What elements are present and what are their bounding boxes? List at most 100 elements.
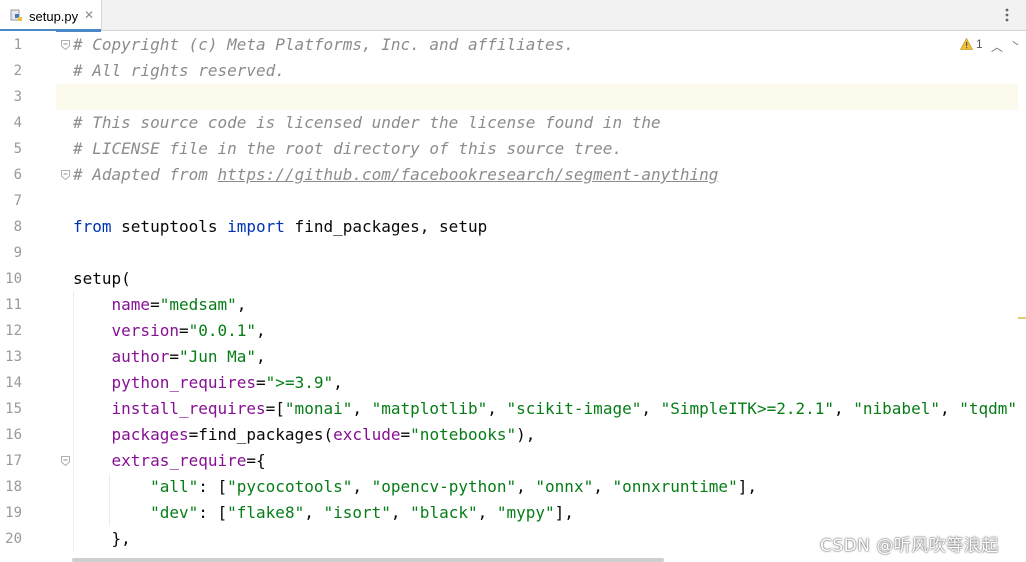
code-token: # Copyright (c) Meta Platforms, Inc. and… bbox=[73, 35, 574, 54]
code-token: : [ bbox=[198, 503, 228, 522]
code-token: ), bbox=[516, 425, 536, 444]
code-line: name="medsam", bbox=[73, 292, 247, 318]
fold-marker-icon[interactable] bbox=[61, 170, 70, 180]
code-token: from bbox=[73, 217, 112, 236]
code-token: extras_require bbox=[111, 451, 247, 470]
warning-count: 1 bbox=[976, 37, 983, 51]
code-token: , bbox=[939, 399, 960, 418]
code-line: # Copyright (c) Meta Platforms, Inc. and… bbox=[73, 32, 574, 58]
code-token: = bbox=[150, 295, 160, 314]
code-token: , bbox=[390, 503, 411, 522]
code-token: =[ bbox=[265, 399, 285, 418]
code-token: = bbox=[178, 321, 189, 340]
code-token: , bbox=[477, 503, 497, 522]
code-token: install_requires bbox=[111, 399, 266, 418]
line-number: 16 bbox=[5, 427, 22, 443]
code-token: "mypy" bbox=[496, 503, 555, 522]
code-line: "all": ["pycocotools", "opencv-python", … bbox=[73, 474, 757, 500]
code-token: "0.0.1" bbox=[188, 321, 257, 340]
code-line: # Adapted from https://github.com/facebo… bbox=[73, 162, 718, 188]
line-number: 13 bbox=[5, 349, 22, 365]
code-line: extras_require={ bbox=[73, 448, 266, 474]
code-token: packages bbox=[111, 425, 189, 444]
code-token: "medsam" bbox=[159, 295, 237, 314]
code-token: # LICENSE file in the root directory of … bbox=[73, 139, 623, 158]
code-token: "onnx" bbox=[535, 477, 594, 496]
code-editor[interactable]: 1 2 3 4 5 6 7 8 9 10 11 12 13 14 15 16 17 18 19 20 # Copyri… bbox=[0, 31, 1026, 562]
code-line: install_requires=["monai", "matplotlib",… bbox=[73, 396, 1026, 422]
code-token: "scikit-image" bbox=[506, 399, 642, 418]
code-token: "tqdm" bbox=[959, 399, 1018, 418]
code-token: , bbox=[256, 347, 266, 366]
line-number: 17 bbox=[5, 453, 22, 469]
error-stripe[interactable] bbox=[1018, 31, 1026, 562]
indent-guide bbox=[73, 292, 74, 552]
code-token: , bbox=[352, 399, 372, 418]
code-token: ={ bbox=[246, 451, 266, 470]
code-token: = bbox=[169, 347, 179, 366]
code-token: , bbox=[834, 399, 854, 418]
code-line: "dev": ["flake8", "isort", "black", "myp… bbox=[73, 500, 574, 526]
code-line: # LICENSE file in the root directory of … bbox=[73, 136, 622, 162]
code-line: # All rights reserved. bbox=[73, 58, 285, 84]
code-token: python_requires bbox=[111, 373, 257, 392]
code-token: exclude bbox=[333, 425, 401, 444]
code-line: python_requires=">=3.9", bbox=[73, 370, 343, 396]
horizontal-scrollbar[interactable] bbox=[72, 558, 664, 562]
fold-marker-icon[interactable] bbox=[61, 40, 70, 50]
line-number-gutter: 1 2 3 4 5 6 7 8 9 10 11 12 13 14 15 16 17 18 19 20 bbox=[0, 31, 56, 562]
code-token: "flake8" bbox=[227, 503, 305, 522]
previous-highlight-icon[interactable]: ︿ bbox=[991, 38, 1003, 55]
code-token: ">=3.9" bbox=[265, 373, 334, 392]
editor-tab-bar: setup.py ✕ bbox=[0, 0, 1026, 32]
code-token: # All rights reserved. bbox=[73, 61, 285, 80]
code-line: setup( bbox=[73, 266, 131, 292]
code-token: , bbox=[516, 477, 536, 496]
code-token: author bbox=[111, 347, 170, 366]
line-number: 19 bbox=[5, 505, 22, 521]
code-token: , bbox=[256, 321, 266, 340]
line-number: 12 bbox=[5, 323, 22, 339]
code-token: "nibabel" bbox=[853, 399, 940, 418]
code-token: https://github.com/facebookresearch/segm… bbox=[217, 165, 719, 184]
code-token: = bbox=[256, 373, 266, 392]
code-token: # Adapted from bbox=[73, 165, 218, 184]
watermark: CSDN @听风吹等浪起 bbox=[820, 536, 999, 556]
code-token: "pycocotools" bbox=[227, 477, 353, 496]
line-number: 9 bbox=[13, 245, 22, 261]
code-line: from setuptools import find_packages, se… bbox=[73, 214, 487, 240]
code-token: "SimpleITK>=2.2.1" bbox=[660, 399, 834, 418]
code-token: "notebooks" bbox=[410, 425, 517, 444]
code-token: "Jun Ma" bbox=[178, 347, 257, 366]
line-number: 8 bbox=[13, 219, 22, 235]
code-token: "dev" bbox=[150, 503, 199, 522]
line-number: 20 bbox=[5, 531, 22, 547]
code-token: "black" bbox=[410, 503, 478, 522]
tab-label: setup.py bbox=[29, 9, 79, 24]
code-token: , bbox=[236, 295, 247, 314]
code-token: ], bbox=[737, 477, 757, 496]
warning-stripe-mark[interactable] bbox=[1018, 317, 1026, 319]
line-number: 10 bbox=[5, 271, 22, 287]
code-token: setup( bbox=[73, 269, 131, 288]
fold-marker-icon[interactable] bbox=[61, 456, 70, 466]
line-number: 11 bbox=[5, 297, 22, 313]
code-token: "monai" bbox=[284, 399, 353, 418]
code-token: , bbox=[352, 477, 372, 496]
code-token: "onnxruntime" bbox=[612, 477, 738, 496]
close-tab-icon[interactable]: ✕ bbox=[84, 8, 94, 22]
python-file-icon bbox=[10, 9, 22, 21]
code-line: author="Jun Ma", bbox=[73, 344, 266, 370]
line-number: 15 bbox=[5, 401, 22, 417]
tab-setup-py[interactable]: setup.py ✕ bbox=[0, 0, 102, 32]
code-line: packages=find_packages(exclude="notebook… bbox=[73, 422, 536, 448]
more-options-icon[interactable] bbox=[1000, 7, 1014, 23]
line-number: 18 bbox=[5, 479, 22, 495]
